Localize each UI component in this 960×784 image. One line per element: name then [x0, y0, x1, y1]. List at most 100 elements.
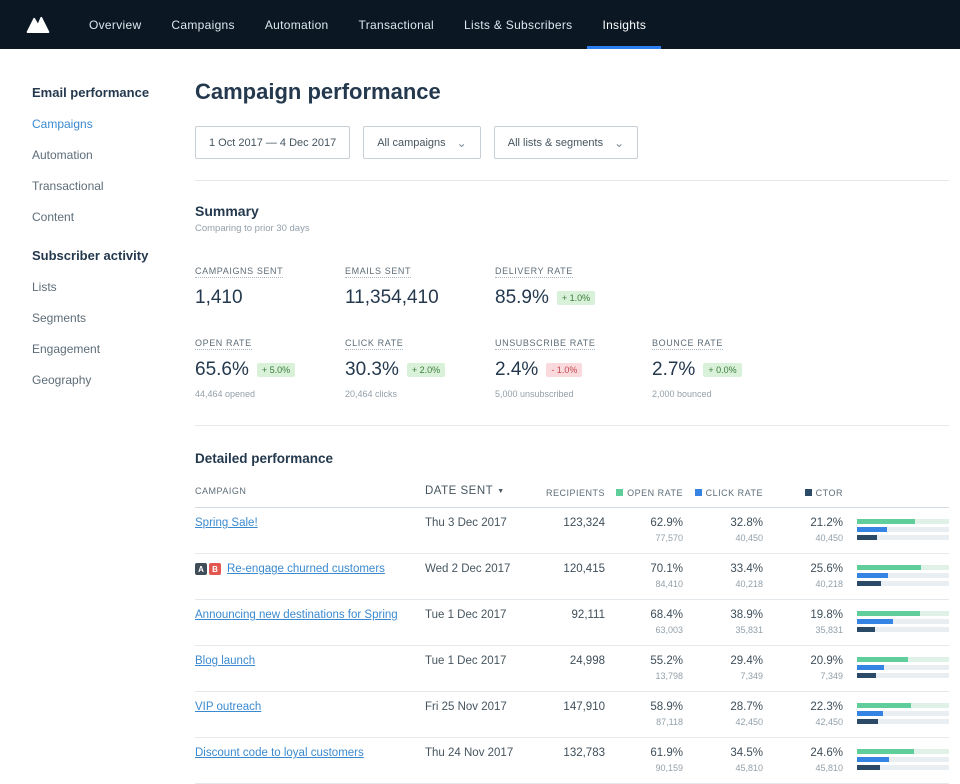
- sidebar-item-automation[interactable]: Automation: [32, 148, 195, 162]
- lists-segments-filter[interactable]: All lists & segments ⌄: [493, 126, 639, 159]
- nav-item-label: Insights: [602, 17, 647, 32]
- metric-sub: 5,000 unsubscribed: [495, 389, 574, 399]
- click-rate-legend-icon: [694, 489, 702, 496]
- open-rate-cell: 68.4% 63,003: [650, 609, 683, 635]
- ab-test-a-badge: A: [195, 563, 207, 575]
- click-rate-cell: 28.7% 42,450: [730, 701, 763, 727]
- recipients-cell: 147,910: [563, 701, 605, 713]
- date-sent-cell: Thu 3 Dec 2017: [425, 517, 507, 529]
- top-nav: Overview Campaigns Automation Transactio…: [0, 0, 960, 49]
- nav-item-lists-subscribers[interactable]: Lists & Subscribers: [449, 0, 587, 49]
- metric-label[interactable]: OPEN RATE: [195, 338, 252, 350]
- campaign-link[interactable]: Discount code to loyal customers: [195, 747, 364, 760]
- click-rate-cell: 32.8% 40,450: [730, 517, 763, 543]
- metric-label[interactable]: UNSUBSCRIBE RATE: [495, 338, 596, 350]
- metric-sub: 44,464 opened: [195, 389, 256, 399]
- metric-label[interactable]: BOUNCE RATE: [652, 338, 723, 350]
- summary-section: Summary Comparing to prior 30 days CAMPA…: [195, 181, 949, 425]
- recipients-cell: 24,998: [569, 655, 605, 667]
- open-rate-bar: [857, 703, 949, 708]
- sidebar-item-engagement[interactable]: Engagement: [32, 342, 195, 356]
- nav-item-campaigns[interactable]: Campaigns: [156, 0, 249, 49]
- metric: DELIVERY RATE 85.9% + 1.0%: [495, 261, 652, 309]
- ctor-bar: [857, 719, 949, 724]
- ctor-bar: [857, 627, 949, 632]
- nav-item-insights[interactable]: Insights: [587, 0, 662, 49]
- rate-bars: [843, 519, 949, 543]
- ctor-bar: [857, 765, 949, 770]
- metric-label[interactable]: CLICK RATE: [345, 338, 404, 350]
- delta-badge: + 5.0%: [256, 363, 296, 377]
- col-open-rate[interactable]: OPEN RATE: [605, 488, 683, 498]
- campaigns-filter[interactable]: All campaigns ⌄: [363, 126, 481, 159]
- nav-item-automation[interactable]: Automation: [250, 0, 344, 49]
- click-rate-bar: [857, 757, 949, 762]
- table-row: A B Re-engage churned customers Wed 2 De…: [195, 554, 949, 600]
- campaign-cell: VIP outreach: [195, 701, 425, 714]
- sidebar-item-campaigns[interactable]: Campaigns: [32, 117, 195, 131]
- table-header: CAMPAIGN DATE SENT ▼ RECIPIENTS OPEN RATE…: [195, 470, 949, 508]
- metric-value: 2.4%: [495, 359, 539, 380]
- ab-test-b-badge: B: [209, 563, 221, 575]
- sidebar-item-transactional[interactable]: Transactional: [32, 179, 195, 193]
- app-logo[interactable]: [26, 0, 50, 49]
- click-rate-bar: [857, 665, 949, 670]
- campaign-link[interactable]: VIP outreach: [195, 701, 261, 714]
- campaign-link[interactable]: Blog launch: [195, 655, 255, 668]
- ctor-bar: [857, 535, 949, 540]
- ctor-cell: 24.6% 45,810: [810, 747, 843, 773]
- date-range-filter[interactable]: 1 Oct 2017 — 4 Dec 2017: [195, 126, 351, 159]
- col-campaign[interactable]: CAMPAIGN: [195, 485, 425, 498]
- metric-value: 85.9%: [495, 287, 549, 308]
- ctor-bar: [857, 673, 949, 678]
- nav-item-overview[interactable]: Overview: [74, 0, 156, 49]
- click-rate-bar: [857, 619, 949, 624]
- metric: BOUNCE RATE 2.7% + 0.0% 2,000 bounced: [652, 333, 949, 399]
- sidebar-item-content[interactable]: Content: [32, 210, 195, 224]
- date-sent-cell: Fri 25 Nov 2017: [425, 701, 507, 713]
- open-rate-cell: 61.9% 90,159: [650, 747, 683, 773]
- sidebar: Email performance Campaigns Automation Tra…: [0, 49, 195, 784]
- table-row: VIP outreach Fri 25 Nov 2017 147,910 58.…: [195, 692, 949, 738]
- open-rate-cell: 58.9% 87,118: [650, 701, 683, 727]
- sidebar-item-lists[interactable]: Lists: [32, 280, 195, 294]
- click-rate-cell: 34.5% 45,810: [730, 747, 763, 773]
- nav-item-label: Campaigns: [171, 17, 235, 32]
- table-row: Blog launch Tue 1 Dec 2017 24,998 55.2% …: [195, 646, 949, 692]
- sidebar-section-subscriber-activity: Subscriber activity Lists Segments Engagem…: [32, 248, 195, 387]
- date-sent-cell: Tue 1 Dec 2017: [425, 609, 507, 621]
- metric: EMAILS SENT 11,354,410: [345, 261, 495, 309]
- table-row: Spring Sale! Thu 3 Dec 2017 123,324 62.9…: [195, 508, 949, 554]
- page-title: Campaign performance: [195, 79, 441, 104]
- col-date-sent[interactable]: DATE SENT ▼: [425, 485, 525, 498]
- campaign-link[interactable]: Announcing new destinations for Spring: [195, 609, 398, 622]
- nav-item-label: Overview: [89, 17, 142, 32]
- summary-metrics-row1: CAMPAIGNS SENT 1,410 EMAILS SENT 11,354,…: [195, 261, 949, 309]
- open-rate-bar: [857, 657, 949, 662]
- rate-bars: [843, 749, 949, 773]
- summary-metrics-row2: OPEN RATE 65.6% + 5.0% 44,464 opened CLI…: [195, 333, 949, 399]
- col-ctor[interactable]: CTOR: [763, 488, 843, 498]
- lists-segments-filter-value: All lists & segments: [507, 136, 604, 149]
- open-rate-bar: [857, 519, 949, 524]
- open-rate-cell: 62.9% 77,570: [650, 517, 683, 543]
- campaign-link[interactable]: Re-engage churned customers: [227, 563, 385, 576]
- delta-badge: + 1.0%: [556, 291, 596, 305]
- ab-test-badges: A B: [195, 563, 221, 575]
- sidebar-item-segments[interactable]: Segments: [32, 311, 195, 325]
- ctor-cell: 19.8% 35,831: [810, 609, 843, 635]
- metric-label[interactable]: CAMPAIGNS SENT: [195, 266, 284, 278]
- col-recipients[interactable]: RECIPIENTS: [525, 488, 605, 498]
- click-rate-bar: [857, 573, 949, 578]
- metric-label[interactable]: DELIVERY RATE: [495, 266, 573, 278]
- metric: UNSUBSCRIBE RATE 2.4% - 1.0% 5,000 unsub…: [495, 333, 652, 399]
- metric-label[interactable]: EMAILS SENT: [345, 266, 412, 278]
- col-ctor-label: CTOR: [815, 488, 843, 498]
- col-click-rate[interactable]: CLICK RATE: [683, 488, 763, 498]
- campaign-link[interactable]: Spring Sale!: [195, 517, 258, 530]
- click-rate-bar: [857, 711, 949, 716]
- campaign-cell: Spring Sale!: [195, 517, 425, 530]
- nav-item-transactional[interactable]: Transactional: [344, 0, 450, 49]
- sidebar-item-geography[interactable]: Geography: [32, 373, 195, 387]
- filter-bar: 1 Oct 2017 — 4 Dec 2017 All campaigns ⌄ …: [195, 126, 949, 159]
